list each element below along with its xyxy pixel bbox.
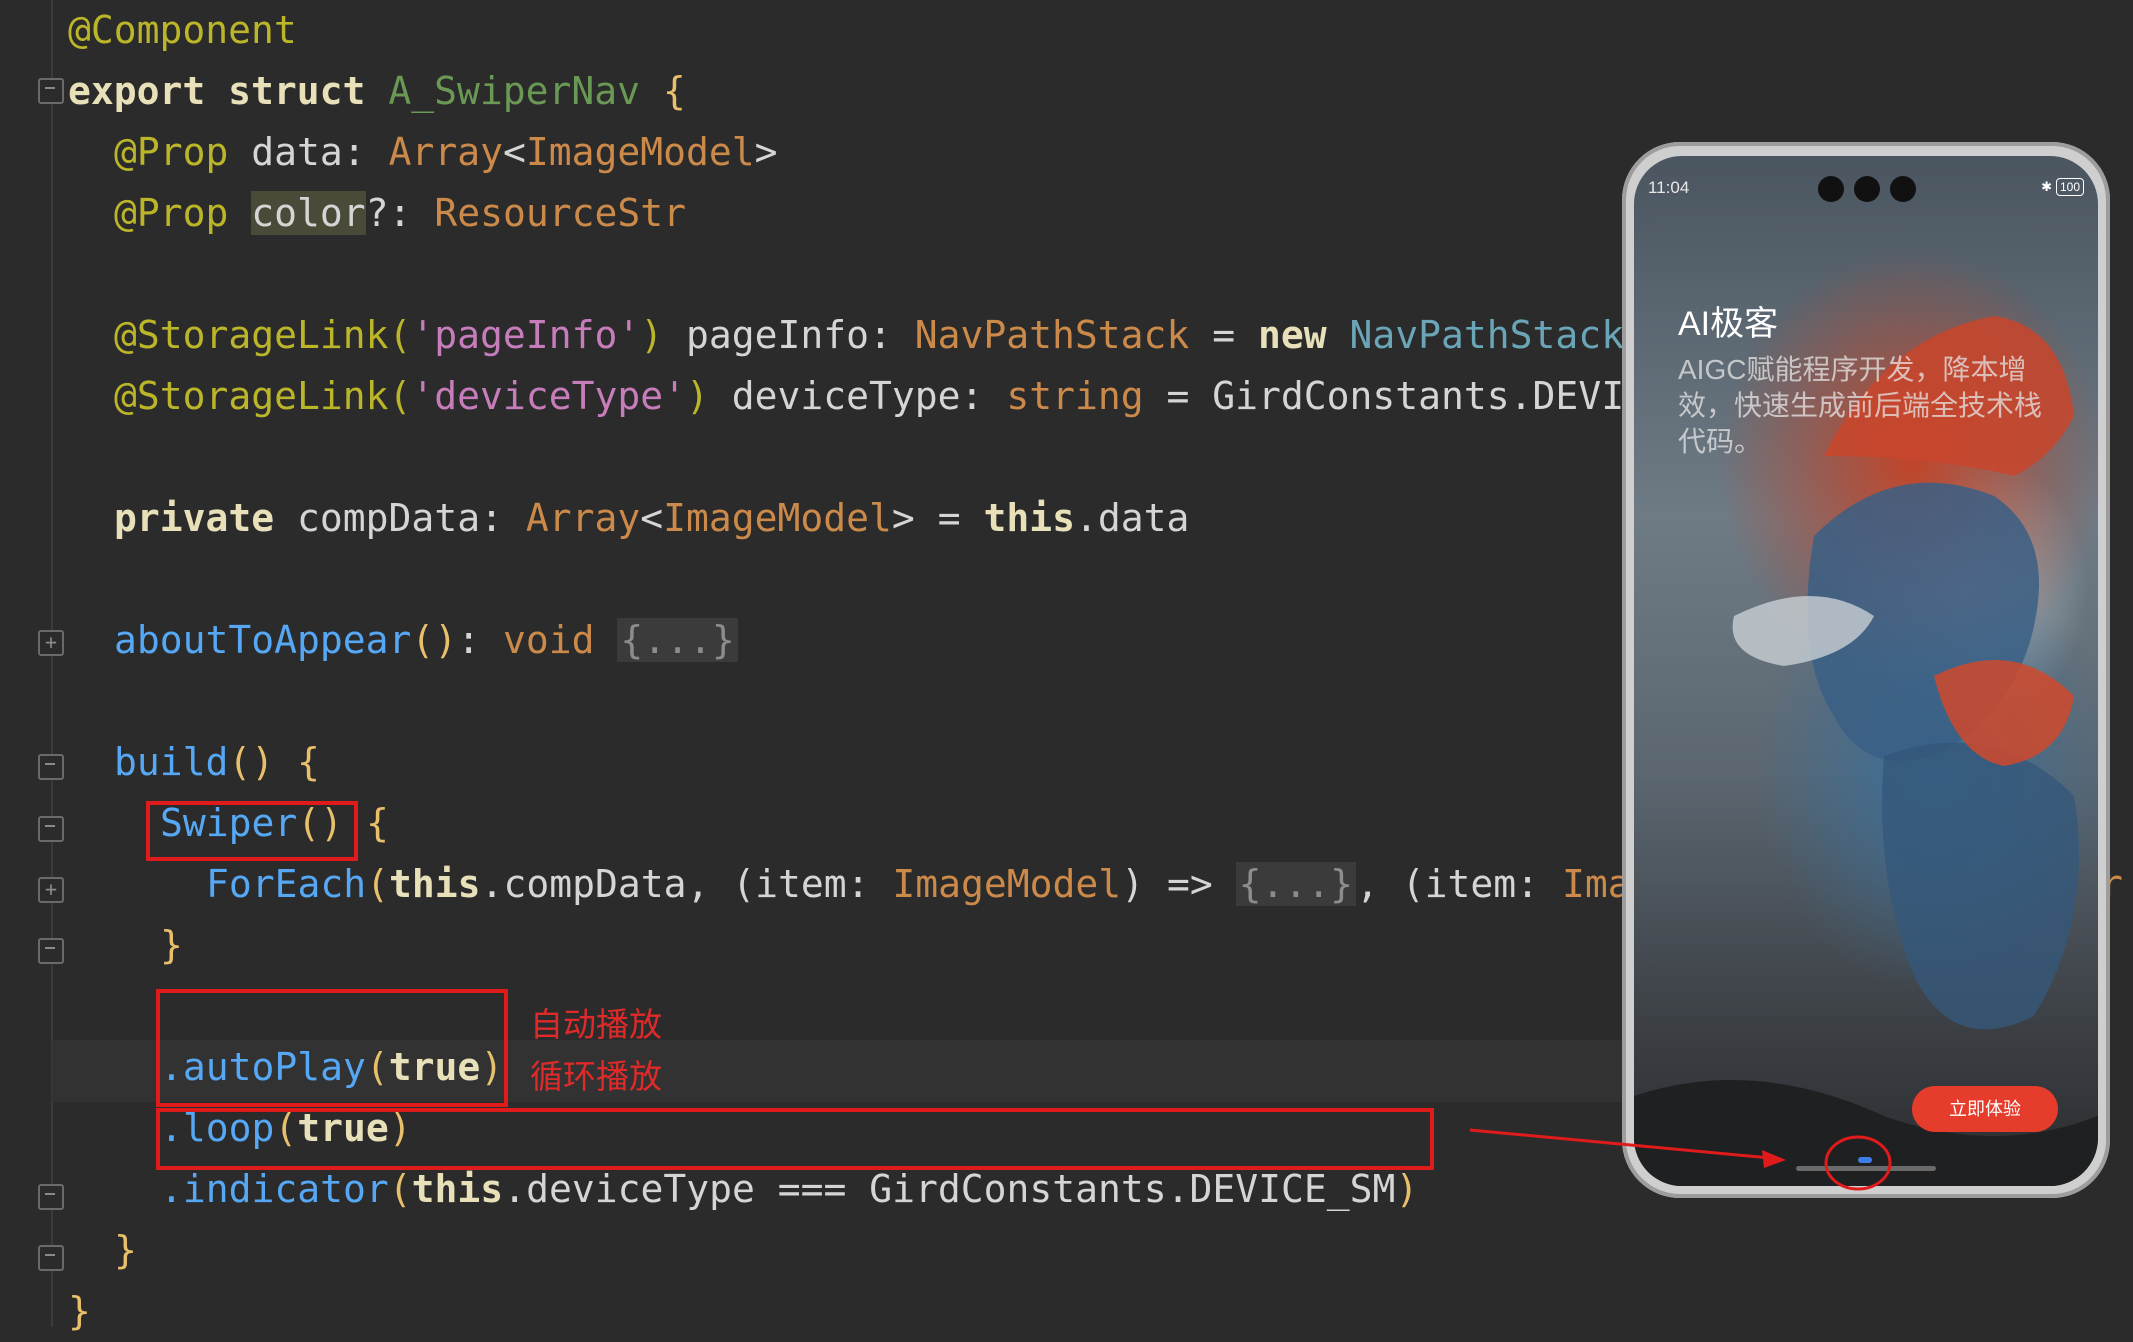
slide-title: AI极客 (1678, 305, 1779, 343)
home-indicator (1796, 1166, 1936, 1171)
bluetooth-icon: ✱ (2041, 179, 2052, 194)
battery-icon: 100 (2055, 178, 2084, 196)
fold-end-struct[interactable] (38, 1245, 64, 1271)
highlight-box-indicator (156, 1108, 1434, 1170)
try-now-button[interactable]: 立即体验 (1912, 1086, 2058, 1132)
folded-block[interactable]: {...} (617, 618, 738, 662)
code-line-9: private compData: Array<ImageModel> = th… (114, 496, 1190, 540)
note-loop: 循环播放 (530, 1057, 662, 1096)
code-line-15: ForEach(this.compData, (item: ImageModel… (206, 862, 1631, 906)
code-line-2: export struct A_SwiperNav { (68, 69, 686, 113)
code-line-7: @StorageLink('deviceType') deviceType: s… (114, 374, 1625, 418)
gutter-divider (51, 0, 53, 1327)
code-line-3: @Prop data: Array<ImageModel> (114, 130, 778, 174)
fold-toggle-struct[interactable] (38, 78, 64, 104)
note-autoplay: 自动播放 (530, 1005, 662, 1044)
expand-toggle-abouttoappear[interactable]: + (38, 630, 64, 656)
camera-icon (1890, 176, 1916, 202)
code-line-20: } (114, 1228, 137, 1272)
code-line-6: @StorageLink('pageInfo') pageInfo: NavPa… (114, 313, 1625, 357)
slide-description: AIGC赋能程序开发，降本增效，快速生成前后端全技术栈代码。 (1678, 354, 2043, 457)
fold-end-swiper[interactable] (38, 938, 64, 964)
code-line-4: @Prop color?: ResourceStr (114, 191, 686, 235)
fold-toggle-build[interactable] (38, 754, 64, 780)
code-line-21: } (68, 1289, 91, 1333)
fold-toggle-swiper[interactable] (38, 816, 64, 842)
code-line-11: aboutToAppear(): void {...} (114, 610, 738, 671)
swiper-indicator-dot[interactable] (1858, 1157, 1872, 1163)
camera-icon (1818, 176, 1844, 202)
code-line-16: } (160, 923, 183, 967)
status-bar-icons: ✱ 100 (2041, 178, 2084, 196)
highlight-box-swiper (146, 801, 358, 861)
folded-block[interactable]: {...} (1235, 862, 1357, 906)
expand-toggle-foreach[interactable]: + (38, 877, 64, 903)
phone-screen: 11:04 ✱ 100 AI极客 AIGC赋能程序开发，降本增效，快速生成前后端… (1634, 156, 2098, 1186)
fold-end-build[interactable] (38, 1184, 64, 1210)
code-line-1: @Component (68, 8, 297, 52)
camera-icon (1854, 176, 1880, 202)
highlight-box-autoplay-loop (156, 989, 508, 1107)
code-line-13: build() { (114, 740, 320, 784)
editor-gutter: + + (0, 0, 64, 1327)
status-bar-time: 11:04 (1648, 178, 1690, 197)
